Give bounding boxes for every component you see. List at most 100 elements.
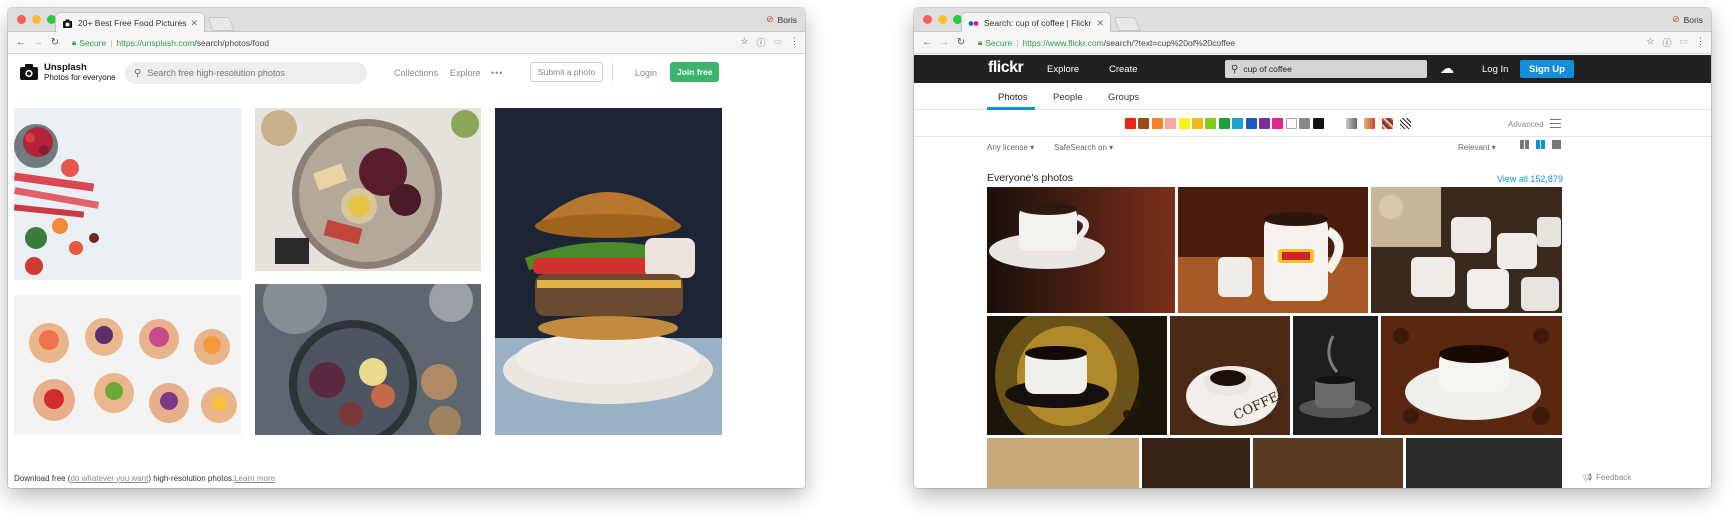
unsplash-logo-icon[interactable] [20, 64, 38, 80]
back-icon[interactable]: ← [14, 37, 28, 48]
photo-cup-dark-table[interactable] [987, 187, 1175, 313]
photo-cheese-board[interactable] [255, 108, 481, 271]
color-swatch[interactable] [1259, 118, 1270, 129]
tab-photos[interactable]: Photos [998, 92, 1028, 103]
learn-more-link[interactable]: Learn more [234, 474, 275, 483]
upload-cloud-icon[interactable]: ☁ [1440, 60, 1454, 77]
login-link[interactable]: Log In [1482, 64, 1508, 75]
color-swatch[interactable] [1125, 118, 1136, 129]
photo-many-cups[interactable] [1371, 187, 1562, 313]
photo-dennys-mug[interactable] [1178, 187, 1368, 313]
signup-button[interactable]: Sign Up [1520, 60, 1574, 78]
photo-steaming-cup[interactable] [1293, 316, 1378, 435]
nav-explore[interactable]: Explore [1047, 64, 1079, 75]
new-tab-button[interactable] [207, 17, 235, 31]
advanced-link[interactable]: Advanced [1508, 120, 1544, 129]
tab-groups[interactable]: Groups [1108, 92, 1139, 103]
back-icon[interactable]: ← [920, 37, 934, 48]
advanced-sliders-icon[interactable] [1550, 119, 1561, 128]
login-link[interactable]: Login [635, 68, 657, 78]
submit-photo-button[interactable]: Submit a photo [530, 62, 604, 82]
photo-row3-b[interactable] [1142, 438, 1250, 488]
bookmark-star-icon[interactable]: ☆ [740, 36, 748, 49]
brand[interactable]: Unsplash Photos for everyone [44, 63, 116, 83]
reload-icon[interactable]: ↻ [954, 37, 968, 48]
tab-people[interactable]: People [1053, 92, 1083, 103]
color-swatch[interactable] [1312, 118, 1324, 129]
feedback-label: Feedback [1596, 473, 1632, 482]
nav-collections[interactable]: Collections [394, 68, 438, 78]
feedback-button[interactable]: 📢︎ Feedback [1582, 473, 1631, 482]
photo-pastries[interactable] [14, 295, 241, 435]
cast-icon[interactable]: ▭ [773, 36, 782, 49]
color-swatch[interactable] [1192, 118, 1203, 129]
window-controls [17, 15, 56, 24]
address-bar[interactable]: 🔒︎ Secure | https://www.flickr.com/searc… [974, 35, 1638, 51]
footer-usage-link[interactable]: do whatever you want [70, 474, 148, 483]
menu-icon[interactable]: ⋮ [790, 36, 799, 49]
extension-icon[interactable]: ⓘ [756, 36, 765, 49]
bookmark-star-icon[interactable]: ☆ [1646, 36, 1654, 49]
close-tab-icon[interactable]: ✕ [190, 18, 198, 29]
forward-icon[interactable]: → [31, 37, 45, 48]
sort-dropdown[interactable]: Relevant ▾ [1458, 143, 1496, 152]
color-swatch[interactable] [1138, 118, 1150, 129]
nav-explore[interactable]: Explore [450, 68, 481, 78]
color-swatch[interactable] [1218, 118, 1230, 129]
view-all-link[interactable]: View all 152,879 [1497, 174, 1563, 184]
color-swatch[interactable] [1299, 118, 1311, 129]
pattern-filter-icon[interactable] [1382, 118, 1393, 129]
photo-fruit[interactable] [14, 108, 241, 280]
extension-icon[interactable]: ⓘ [1662, 36, 1671, 49]
cast-icon[interactable]: ▭ [1679, 36, 1688, 49]
color-swatch[interactable] [1245, 118, 1257, 129]
photo-coffee-saucer[interactable]: COFFEE [1170, 316, 1290, 435]
profile-button[interactable]: ⊘ Boris [1672, 14, 1703, 25]
menu-icon[interactable]: ⋮ [1696, 36, 1705, 49]
close-window-button[interactable] [17, 15, 26, 24]
texture-filter-icon[interactable] [1400, 118, 1411, 129]
more-menu-button[interactable]: ••• [491, 68, 503, 78]
photo-cup-burlap[interactable] [987, 316, 1167, 435]
new-tab-button[interactable] [1113, 17, 1141, 31]
join-free-button[interactable]: Join free [670, 62, 720, 82]
photo-row3-c[interactable] [1253, 438, 1403, 488]
color-swatch[interactable] [1165, 118, 1177, 129]
license-filter[interactable]: Any license ▾ [987, 143, 1034, 152]
shallow-depth-filter-icon[interactable] [1364, 118, 1375, 129]
forward-icon[interactable]: → [937, 37, 951, 48]
photo-row3-a[interactable] [987, 438, 1139, 488]
search-input[interactable]: ⚲ cup of coffee [1225, 60, 1427, 78]
reload-icon[interactable]: ↻ [48, 37, 62, 48]
flickr-logo[interactable]: flickr [988, 59, 1024, 77]
color-swatch[interactable] [1205, 118, 1217, 129]
browser-tab[interactable]: 20+ Best Free Food Pictures o ✕ [55, 12, 205, 33]
grid-view-icon[interactable] [1520, 140, 1529, 149]
profile-button[interactable]: ⊘ Boris [766, 14, 797, 25]
color-swatch[interactable] [1232, 118, 1244, 129]
search-value: cup of coffee [1243, 64, 1292, 74]
photo-burger[interactable] [495, 108, 722, 435]
browser-toolbar: ← → ↻ 🔒︎ Secure | https://unsplash.com/s… [8, 32, 805, 54]
search-input[interactable]: ⚲ Search free high-resolution photos [125, 62, 367, 84]
justified-view-icon[interactable] [1536, 140, 1545, 149]
site-footer: Download free (do whatever you want) hig… [8, 468, 805, 488]
photo-platter[interactable] [255, 284, 481, 435]
nav-create[interactable]: Create [1109, 64, 1138, 75]
photo-cup-beans[interactable] [1381, 316, 1562, 435]
color-swatch[interactable] [1272, 118, 1284, 129]
color-swatch[interactable] [1178, 118, 1190, 129]
detail-view-icon[interactable] [1552, 140, 1561, 149]
browser-tab[interactable]: Search: cup of coffee | Flickr ✕ [961, 12, 1111, 33]
color-swatch[interactable] [1151, 118, 1163, 129]
minimize-window-button[interactable] [32, 15, 41, 24]
grayscale-filter-icon[interactable] [1346, 118, 1357, 129]
unsplash-browser-window: 20+ Best Free Food Pictures o ✕ ⊘ Boris … [8, 8, 805, 488]
address-bar[interactable]: 🔒︎ Secure | https://unsplash.com/search/… [68, 35, 732, 51]
minimize-window-button[interactable] [938, 15, 947, 24]
photo-row3-d[interactable] [1406, 438, 1562, 488]
color-swatch[interactable] [1285, 118, 1297, 129]
close-tab-icon[interactable]: ✕ [1096, 18, 1104, 29]
close-window-button[interactable] [923, 15, 932, 24]
safesearch-filter[interactable]: SafeSearch on ▾ [1054, 143, 1113, 152]
